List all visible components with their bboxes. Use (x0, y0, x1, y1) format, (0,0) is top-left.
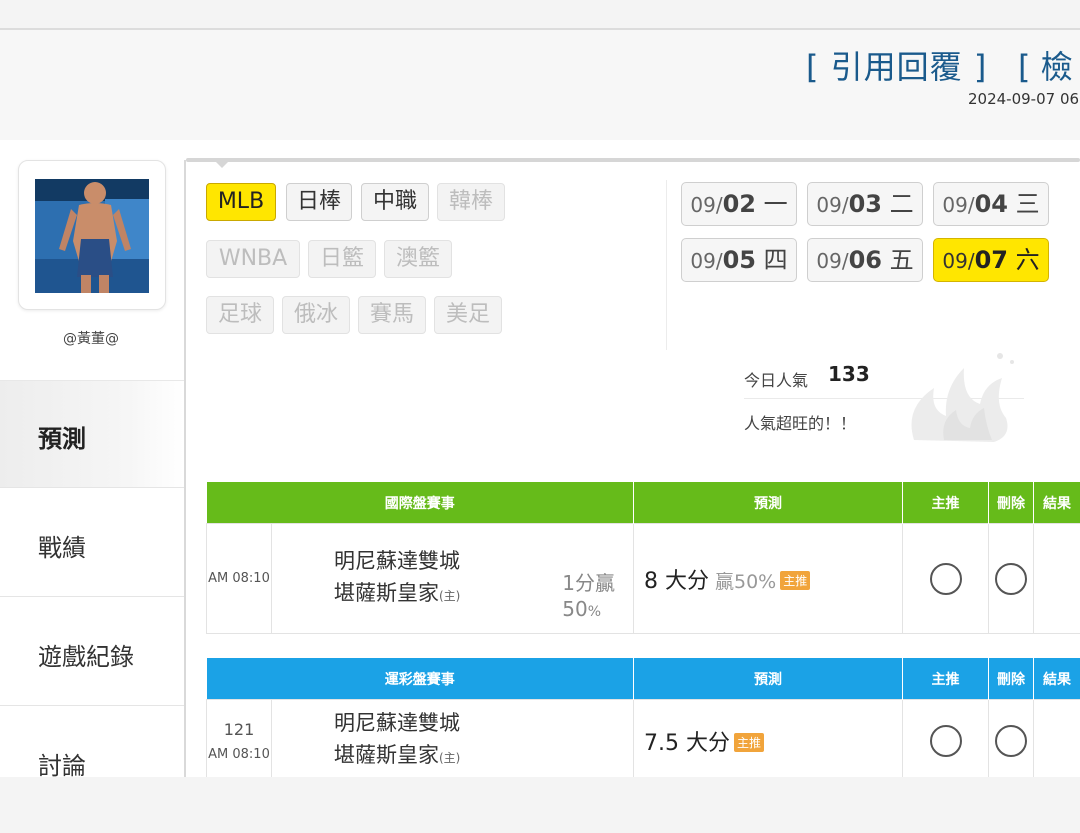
delete-header: 刪除 (988, 658, 1034, 700)
prediction-cell: 8 大分 贏50% 主推 (633, 523, 903, 634)
delete-cell (988, 699, 1034, 777)
date-button-0903[interactable]: 09/03 二 (807, 182, 923, 226)
league-tab-wnba: WNBA (206, 240, 300, 278)
spread-line: 1分贏 (562, 571, 615, 595)
table-header-row: 運彩盤賽事 預測 主推 刪除 結果 (206, 658, 1080, 700)
game-time: AM 08:10 (208, 746, 270, 762)
table-row: AM 08:10 明尼蘇達雙城 堪薩斯皇家(主) 1分贏 50% 8 大分 贏50… (206, 523, 1080, 634)
sidebar-item-predictions[interactable]: 預測 (0, 381, 184, 488)
featured-pick-cell (902, 523, 989, 634)
featured-pick-header: 主推 (902, 482, 989, 524)
sidebar-item-label: 預測 (38, 425, 86, 453)
fire-decoration-icon (911, 353, 1014, 442)
prediction-win-rate: 贏50% (715, 570, 777, 593)
popularity-count: 133 (828, 362, 870, 386)
delete-radio[interactable] (995, 562, 1027, 595)
date-button-0907[interactable]: 09/07 六 (933, 238, 1049, 282)
result-header: 結果 (1033, 658, 1080, 700)
home-team: 堪薩斯皇家 (334, 743, 439, 767)
prediction-header: 預測 (633, 482, 903, 524)
username[interactable]: @黃董@ (40, 328, 142, 348)
sidebar-item-game-history[interactable]: 遊戲紀錄 (0, 599, 184, 706)
delete-cell (988, 523, 1034, 634)
league-tab-american-football: 美足 (434, 296, 502, 334)
featured-pick-cell (902, 699, 989, 777)
matchup-cell: 明尼蘇達雙城 堪薩斯皇家(主) (271, 699, 634, 777)
date-button-0906[interactable]: 09/06 五 (807, 238, 923, 282)
avatar-image (35, 179, 149, 293)
result-cell (1033, 523, 1080, 634)
league-tab-horse-racing: 賽馬 (358, 296, 426, 334)
profile-content: @黃董@ 預測 戰績 遊戲紀錄 討論 MLB 日棒 中職 韓棒 WNBA 日籃 … (0, 140, 1080, 777)
featured-pick-radio[interactable] (929, 562, 962, 595)
sidebar-border (184, 160, 186, 777)
game-time-cell: 121 AM 08:10 (206, 699, 272, 777)
avatar-card (18, 160, 166, 310)
lottery-event-header: 運彩盤賽事 (206, 658, 634, 700)
date-button-0904[interactable]: 09/04 三 (933, 182, 1049, 226)
spread-percent: 50 (562, 597, 588, 621)
result-header: 結果 (1033, 482, 1080, 524)
league-tab-australia-basketball: 澳籃 (384, 240, 452, 278)
featured-badge: 主推 (780, 570, 811, 590)
sidebar-item-label: 戰績 (38, 534, 86, 562)
prediction-value: 8 大分 (644, 568, 709, 594)
international-picks-table: 國際盤賽事 預測 主推 刪除 結果 AM 08:10 明尼蘇達雙城 堪薩斯皇家(… (206, 482, 1080, 634)
game-code: 121 (223, 719, 255, 739)
result-cell (1033, 699, 1080, 777)
featured-badge: 主推 (733, 732, 764, 752)
post-timestamp: 2024-09-07 06 (968, 90, 1080, 108)
bottom-bar (0, 777, 1080, 833)
delete-header: 刪除 (988, 482, 1034, 524)
home-team-line: 堪薩斯皇家(主) (272, 739, 633, 774)
league-tab-russia-hockey: 俄冰 (282, 296, 350, 334)
popularity-label: 今日人氣 (744, 371, 809, 390)
home-mark: (主) (439, 589, 461, 603)
sidebar-item-label: 討論 (38, 752, 86, 777)
table-row: 121 AM 08:10 明尼蘇達雙城 堪薩斯皇家(主) 7.5 大分 主推 (206, 699, 1080, 777)
delete-radio[interactable] (995, 724, 1027, 757)
league-tab-mlb[interactable]: MLB (206, 183, 276, 221)
table-header-row: 國際盤賽事 預測 主推 刪除 結果 (206, 482, 1080, 524)
home-mark: (主) (439, 751, 461, 765)
filter-separator (666, 180, 667, 350)
prediction-cell: 7.5 大分 主推 (633, 699, 903, 777)
report-link[interactable]: [ 檢 (1018, 42, 1073, 88)
panel-pointer (214, 160, 230, 168)
top-bar (0, 0, 1080, 30)
away-team: 明尼蘇達雙城 (334, 711, 460, 735)
prediction-header: 預測 (633, 658, 903, 700)
league-tab-kbo: 韓棒 (437, 183, 505, 221)
league-tab-cpbl[interactable]: 中職 (361, 183, 429, 221)
matchup-cell: 明尼蘇達雙城 堪薩斯皇家(主) 1分贏 50% (271, 523, 634, 634)
quote-reply-link[interactable]: [ 引用回覆 ] (806, 42, 987, 88)
spread-percent-unit: % (587, 604, 602, 620)
league-tab-npb[interactable]: 日棒 (286, 183, 352, 221)
league-tab-soccer: 足球 (206, 296, 274, 334)
game-time: AM 08:10 (206, 523, 272, 634)
date-button-0902[interactable]: 09/02 一 (681, 182, 797, 226)
spread-info: 1分贏 50% (562, 570, 615, 625)
sidebar-item-record[interactable]: 戰績 (0, 490, 184, 597)
sports-lottery-picks-table: 運彩盤賽事 預測 主推 刪除 結果 121 AM 08:10 明尼蘇達雙城 堪薩… (206, 658, 1080, 777)
panel-top-border (186, 158, 1080, 162)
sidebar-item-discussion[interactable]: 討論 (0, 708, 184, 777)
featured-pick-header: 主推 (902, 658, 989, 700)
featured-pick-radio[interactable] (929, 724, 962, 757)
international-event-header: 國際盤賽事 (206, 482, 634, 524)
avatar[interactable] (35, 179, 149, 293)
home-team: 堪薩斯皇家 (334, 581, 439, 605)
sidebar-item-label: 遊戲紀錄 (38, 643, 134, 671)
date-button-0905[interactable]: 09/05 四 (681, 238, 797, 282)
prediction-value: 7.5 大分 (644, 730, 730, 756)
league-tab-japan-basketball: 日籃 (308, 240, 376, 278)
popularity-message: 人氣超旺的！！ (744, 414, 857, 433)
